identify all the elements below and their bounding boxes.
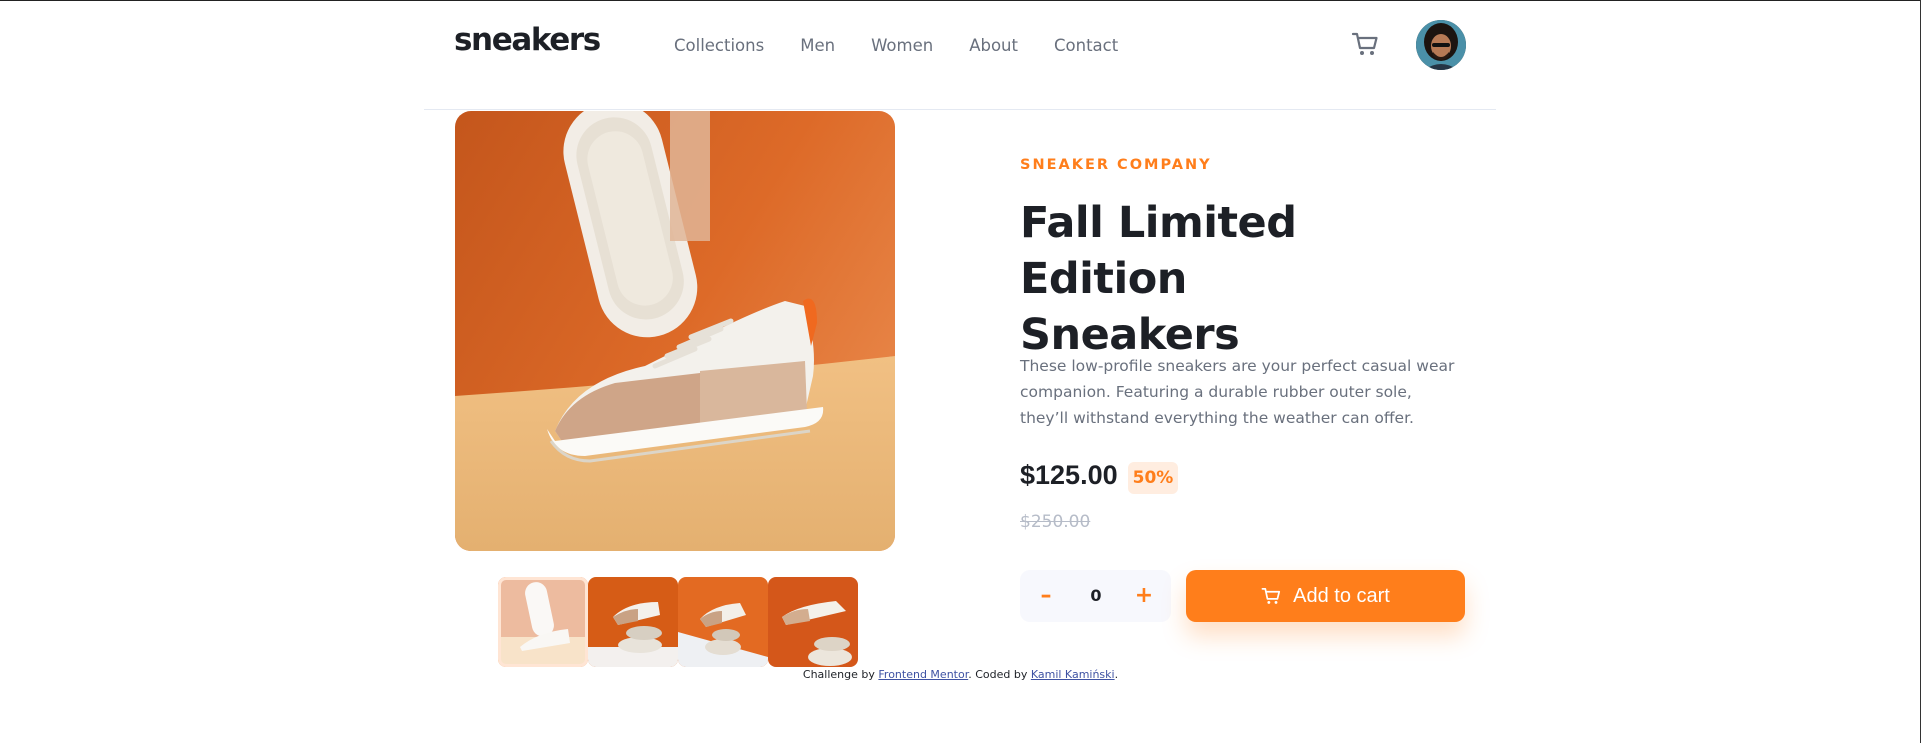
current-price: $125.00 (1020, 460, 1118, 490)
nav-about[interactable]: About (969, 36, 1018, 55)
thumbnail-2-image (588, 577, 678, 667)
nav-collections[interactable]: Collections (674, 36, 764, 55)
original-price: $250.00 (1020, 512, 1091, 532)
nav-women[interactable]: Women (871, 36, 933, 55)
product-title: Fall Limited Edition Sneakers (1020, 195, 1460, 363)
quantity-stepper: – 0 + (1020, 570, 1171, 622)
cart-button[interactable] (1351, 30, 1379, 58)
thumbnail-4-image (768, 577, 858, 667)
author-link[interactable]: Kamil Kamiński (1031, 668, 1115, 681)
minus-icon: – (1040, 583, 1052, 608)
minus-button[interactable]: – (1030, 578, 1062, 614)
nav-men[interactable]: Men (800, 36, 835, 55)
nav-contact[interactable]: Contact (1054, 36, 1118, 55)
thumbnail-1-image (498, 577, 588, 667)
company-name: SNEAKER COMPANY (1020, 157, 1212, 173)
frontend-mentor-link[interactable]: Frontend Mentor (878, 668, 968, 681)
product-main-image[interactable] (455, 111, 895, 551)
plus-button[interactable]: + (1128, 578, 1160, 614)
logo[interactable]: sneakers (454, 22, 601, 58)
avatar[interactable] (1416, 20, 1466, 70)
thumbnail-2[interactable] (588, 577, 678, 667)
thumbnail-strip (498, 577, 858, 667)
thumbnail-3[interactable] (678, 577, 768, 667)
product-description: These low-profile sneakers are your perf… (1020, 357, 1455, 427)
thumbnail-1[interactable] (498, 577, 588, 667)
avatar-image (1416, 20, 1466, 70)
cart-icon (1351, 32, 1378, 55)
quantity-value[interactable]: 0 (1078, 570, 1114, 622)
attribution: Challenge by Frontend Mentor. Coded by K… (0, 668, 1921, 681)
product-title-line-1: Fall Limited Edition (1020, 198, 1297, 304)
site-header: sneakers Collections Men Women About Con… (424, 0, 1496, 110)
main-nav: Collections Men Women About Contact (674, 36, 1118, 55)
add-to-cart-button[interactable]: Add to cart (1186, 570, 1465, 622)
plus-icon: + (1134, 583, 1154, 608)
sneaker-photo (455, 111, 895, 551)
discount-badge: 50% (1128, 462, 1178, 494)
add-to-cart-label: Add to cart (1293, 584, 1390, 607)
cart-icon (1261, 588, 1281, 604)
thumbnail-3-image (678, 577, 768, 667)
attribution-prefix: Challenge by (802, 668, 875, 681)
thumbnail-4[interactable] (768, 577, 858, 667)
attribution-middle: . Coded by (968, 668, 1028, 681)
attribution-suffix: . (1114, 668, 1119, 681)
